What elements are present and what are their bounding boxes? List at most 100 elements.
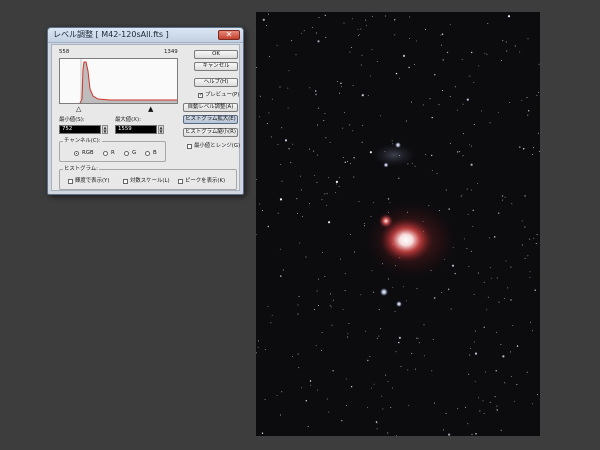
- star: [321, 350, 323, 352]
- star: [371, 270, 373, 272]
- star: [353, 157, 355, 159]
- star: [357, 35, 359, 36]
- star: [466, 188, 468, 190]
- cancel-button[interactable]: キャンセル: [194, 62, 238, 71]
- star: [392, 286, 394, 288]
- star: [516, 345, 519, 347]
- star: [478, 65, 480, 67]
- histogram-chart: [60, 59, 177, 103]
- star: [471, 250, 472, 252]
- max-value-field[interactable]: 1559: [115, 125, 157, 134]
- star: [343, 22, 345, 24]
- star: [402, 286, 404, 288]
- star: [486, 309, 488, 311]
- star: [510, 376, 512, 378]
- star: [470, 145, 472, 147]
- star: [395, 435, 397, 436]
- star: [322, 251, 323, 253]
- star: [296, 198, 298, 200]
- shrink-histogram-button[interactable]: ヒストグラム縮小(R): [183, 128, 238, 137]
- star: [288, 148, 290, 150]
- star: [328, 221, 331, 224]
- star: [328, 411, 330, 413]
- nebula-m43: [379, 214, 393, 228]
- close-button[interactable]: ✕: [218, 30, 240, 40]
- star: [295, 54, 297, 56]
- star: [299, 242, 301, 244]
- radio-rgb-label: RGB: [82, 150, 94, 156]
- star: [494, 236, 496, 238]
- star: [332, 370, 334, 372]
- radio-r[interactable]: [103, 151, 108, 156]
- title-bar[interactable]: レベル調整 [ M42-120sAll.fts ] ✕: [48, 28, 243, 43]
- star: [262, 18, 265, 21]
- star: [400, 366, 402, 368]
- star: [422, 104, 424, 106]
- image-canvas[interactable]: [256, 12, 540, 436]
- star: [338, 176, 340, 178]
- radio-r-label: R: [111, 150, 115, 156]
- star: [468, 373, 470, 375]
- star: [317, 124, 319, 126]
- star: [330, 306, 332, 308]
- star: [521, 220, 523, 222]
- star: [399, 77, 400, 79]
- star: [350, 163, 352, 165]
- star: [313, 150, 314, 152]
- star: [415, 40, 417, 42]
- star: [291, 40, 293, 42]
- ok-button[interactable]: OK: [194, 50, 238, 59]
- star: [484, 52, 486, 54]
- checkbox-log-scale[interactable]: [123, 179, 128, 184]
- star: [489, 122, 491, 124]
- star: [385, 374, 387, 376]
- star: [445, 189, 447, 191]
- star: [346, 161, 348, 162]
- star: [329, 142, 331, 143]
- radio-b[interactable]: [145, 151, 150, 156]
- checkbox-min-max-range-label: 最小値とレンジ(G): [194, 143, 241, 149]
- star: [360, 64, 362, 66]
- star: [466, 247, 468, 249]
- radio-g[interactable]: [124, 151, 129, 156]
- star: [317, 107, 319, 109]
- min-value-spinner[interactable]: ▲ ▼: [102, 125, 108, 134]
- star: [342, 127, 344, 129]
- star: [259, 203, 261, 205]
- star: [429, 98, 431, 100]
- star: [394, 19, 396, 21]
- auto-level-button[interactable]: 自動レベル調整(A): [183, 103, 238, 112]
- star: [321, 331, 323, 333]
- star: [536, 234, 538, 236]
- star: [347, 333, 349, 335]
- star: [529, 276, 531, 278]
- max-value-spinner[interactable]: ▲ ▼: [158, 125, 164, 134]
- star: [474, 380, 476, 382]
- star: [282, 269, 284, 271]
- star: [309, 203, 310, 205]
- star: [442, 90, 444, 91]
- checkbox-show-peak[interactable]: [178, 179, 183, 184]
- star: [345, 404, 347, 406]
- star: [347, 336, 349, 338]
- min-value-field[interactable]: 752: [59, 125, 101, 134]
- expand-histogram-button[interactable]: ヒストグラム拡大(E): [183, 115, 238, 124]
- star: [500, 343, 502, 345]
- star: [361, 54, 363, 56]
- dialog-title: レベル調整 [ M42-120sAll.fts ]: [53, 30, 169, 39]
- star: [473, 341, 475, 343]
- star: [487, 23, 489, 24]
- help-button[interactable]: ヘルプ(H): [194, 78, 238, 87]
- high-level-handle[interactable]: ▲: [148, 106, 153, 113]
- checkbox-min-max-range[interactable]: [187, 144, 192, 149]
- checkbox-luminance[interactable]: [68, 179, 73, 184]
- checkbox-preview[interactable]: ✓: [198, 93, 203, 98]
- star: [341, 420, 343, 422]
- star: [298, 367, 300, 369]
- star: [313, 309, 315, 310]
- star: [536, 94, 538, 96]
- low-level-handle[interactable]: △: [76, 106, 81, 113]
- star: [402, 54, 406, 58]
- radio-rgb[interactable]: [74, 151, 79, 156]
- star: [442, 59, 444, 61]
